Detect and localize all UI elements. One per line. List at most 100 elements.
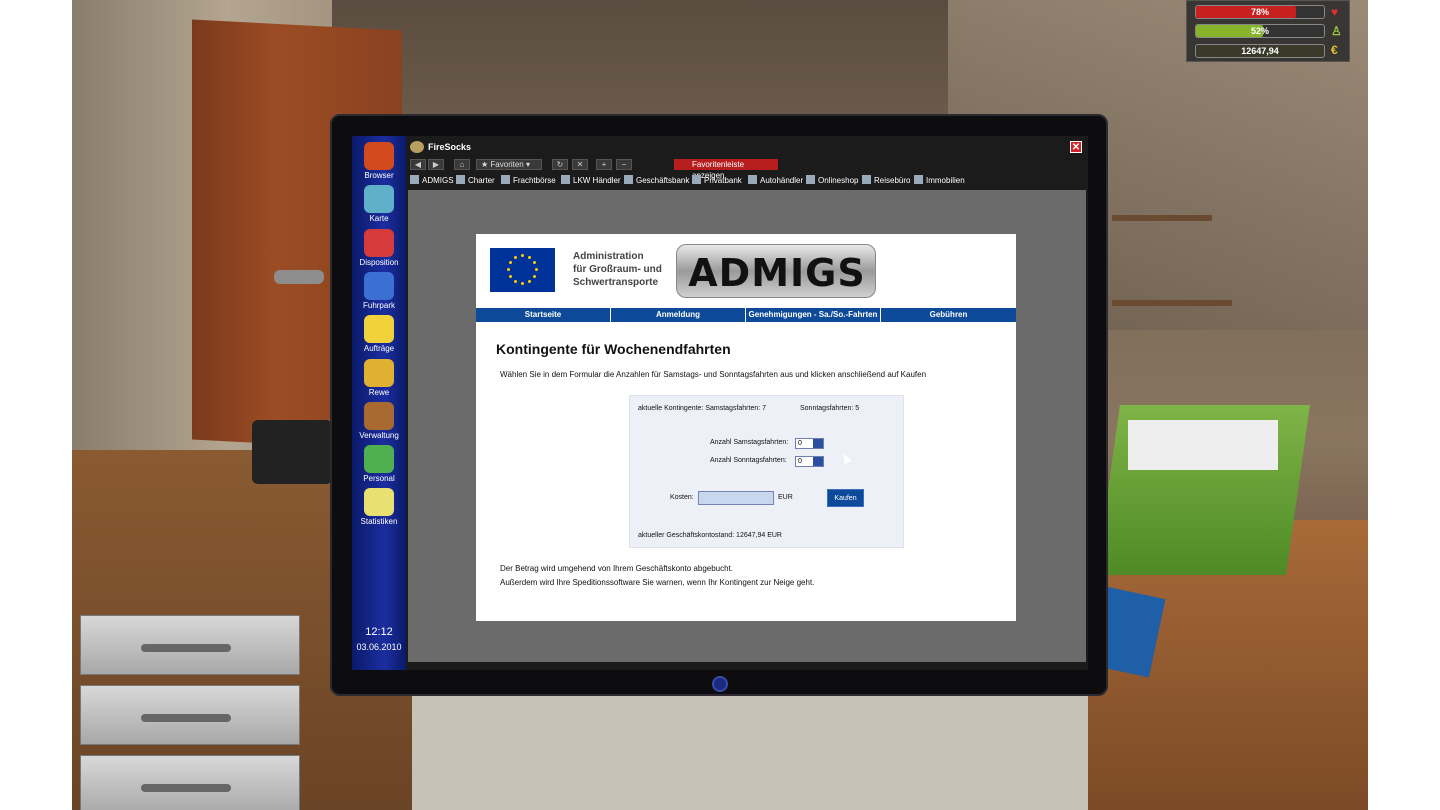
sun-value: 0 <box>798 458 802 465</box>
door-handle <box>274 270 324 284</box>
dock-item-rewe[interactable]: Rewe <box>354 358 404 397</box>
bookmark-label: Autohändler <box>760 176 804 185</box>
dock-item-statistiken[interactable]: Statistiken <box>354 488 404 526</box>
wall-shelf <box>1112 215 1212 221</box>
menu-startseite[interactable]: Startseite <box>476 308 611 322</box>
bookmark-icon <box>862 175 871 184</box>
menu-anmeldung[interactable]: Anmeldung <box>611 308 746 322</box>
clock-time: 12:12 <box>365 626 393 638</box>
bookmark-5[interactable]: Privatbank <box>692 174 742 188</box>
bookmark-icon <box>561 175 570 184</box>
health-bar: 78% <box>1195 5 1325 19</box>
footer-note: Außerdem wird Ihre Speditionssoftware Si… <box>500 578 815 587</box>
drawer <box>80 755 300 810</box>
eu-flag-icon <box>490 248 555 292</box>
bookmark-9[interactable]: Immobilien <box>914 174 965 188</box>
dock-item-verwaltung[interactable]: Verwaltung <box>354 401 404 440</box>
bookmark-label: Immobilien <box>926 176 965 185</box>
home-icon[interactable]: ⌂ <box>454 159 470 170</box>
bookmark-icon <box>806 175 815 184</box>
quota-form: aktuelle Kontingente: Samstagsfahrten: 7… <box>629 395 904 548</box>
flag-star <box>528 280 531 284</box>
close-icon[interactable]: ✕ <box>1070 141 1082 153</box>
bookmark-icon <box>748 175 757 184</box>
browser-viewport: Administration für Großraum- und Schwert… <box>408 190 1086 662</box>
euro-icon: € <box>1331 43 1338 57</box>
globe-icon <box>364 185 394 214</box>
bookmark-6[interactable]: Autohändler <box>748 174 803 188</box>
currency-label: EUR <box>778 494 793 501</box>
dock-item-label: Browser <box>364 171 394 180</box>
stop-icon[interactable]: ✕ <box>572 159 588 170</box>
bookmark-label: Charter <box>468 176 495 185</box>
status-hud: 78% ♥ 52% ♙ 12647,94 € <box>1186 0 1350 62</box>
bookmark-icon <box>410 175 419 184</box>
flag-star <box>528 255 531 259</box>
sat-value: 0 <box>798 440 802 447</box>
buy-button[interactable]: Kaufen <box>827 489 864 507</box>
sat-stepper[interactable]: 0 <box>795 438 824 449</box>
dock-item-personal[interactable]: Personal <box>354 445 404 483</box>
forward-icon[interactable]: ▶ <box>428 159 444 170</box>
monitor-screen: Browser Karte Disposition Fuhrpark Aufträge R… <box>352 136 1088 670</box>
cost-label: Kosten: <box>670 494 694 501</box>
monitor: Browser Karte Disposition Fuhrpark Aufträge R… <box>330 114 1108 696</box>
flag-star <box>535 268 538 271</box>
cost-field[interactable] <box>698 491 774 505</box>
stepper-arrows-icon[interactable] <box>813 457 823 466</box>
org-line: Administration <box>573 251 644 262</box>
dock-item-label: Aufträge <box>363 344 395 354</box>
bookmark-2[interactable]: Frachtbörse <box>501 174 556 188</box>
bookmark-label: Frachtbörse <box>513 176 556 185</box>
wall-shelf <box>1112 300 1232 306</box>
zoom-in-icon[interactable]: + <box>596 159 612 170</box>
stepper-arrows-icon[interactable] <box>813 439 823 448</box>
flag-star <box>514 280 517 284</box>
dock-item-label: Disposition <box>359 257 399 267</box>
figure-icon: ♙ <box>1331 24 1342 38</box>
logo-text: ADMIGS <box>688 251 866 295</box>
bookmark-4[interactable]: Geschäftsbank <box>624 174 689 188</box>
site-menu: Startseite Anmeldung Genehmigungen - Sa.… <box>476 308 1016 322</box>
reload-icon[interactable]: ↻ <box>552 159 568 170</box>
browser-window: FireSocks ✕ ◀ ▶ ⌂ ★ Favoriten ▾ ↻ ✕ + − … <box>406 136 1088 670</box>
bookmark-7[interactable]: Onlineshop <box>806 174 858 188</box>
bookmark-icon <box>501 175 510 184</box>
sun-label: Anzahl Sonntagsfahrten: <box>710 457 787 464</box>
flag-star <box>508 261 512 264</box>
page-intro: Wählen Sie in dem Formular die Anzahlen … <box>500 370 927 379</box>
favorites-dropdown[interactable]: ★ Favoriten ▾ <box>476 159 542 170</box>
flag-star <box>533 261 537 264</box>
dock-item-label: Verwaltung <box>359 430 399 440</box>
chart-icon <box>364 488 394 517</box>
truck-icon <box>364 271 394 300</box>
bookmark-label: Reisebüro <box>874 176 911 185</box>
power-button-icon[interactable] <box>712 676 728 692</box>
alarm-clock <box>252 420 332 484</box>
back-icon[interactable]: ◀ <box>410 159 426 170</box>
zoom-out-icon[interactable]: − <box>616 159 632 170</box>
dock-item-aufträge[interactable]: Aufträge <box>354 315 404 353</box>
favorites-bar-button[interactable]: Favoritenleiste anzeigen <box>674 159 778 180</box>
page-title: Kontingente für Wochenendfahrten <box>496 341 731 357</box>
bookmark-8[interactable]: Reisebüro <box>862 174 910 188</box>
menu-genehmigungen[interactable]: Genehmigungen - Sa./So.-Fahrten <box>746 308 881 322</box>
sun-stepper[interactable]: 0 <box>795 456 824 467</box>
flag-star <box>521 254 524 257</box>
bookmark-icon <box>692 175 701 184</box>
money-bag-icon <box>364 358 394 387</box>
menu-gebuehren[interactable]: Gebühren <box>881 308 1016 322</box>
dock-item-karte[interactable]: Karte <box>354 185 404 223</box>
bookmark-1[interactable]: Charter <box>456 174 495 188</box>
bookmark-3[interactable]: LKW Händler <box>561 174 621 188</box>
clock-date: 03.06.2010 <box>356 642 402 652</box>
flag-star <box>533 275 537 278</box>
dock-item-browser[interactable]: Browser <box>354 142 404 180</box>
carpet <box>412 690 1112 810</box>
dock-item-fuhrpark[interactable]: Fuhrpark <box>354 271 404 310</box>
bookmark-0[interactable]: ADMIGS <box>410 174 454 188</box>
molecule-icon <box>364 228 394 257</box>
flag-star <box>521 282 524 285</box>
dock-item-disposition[interactable]: Disposition <box>354 228 404 267</box>
dock-item-label: Karte <box>369 214 389 224</box>
